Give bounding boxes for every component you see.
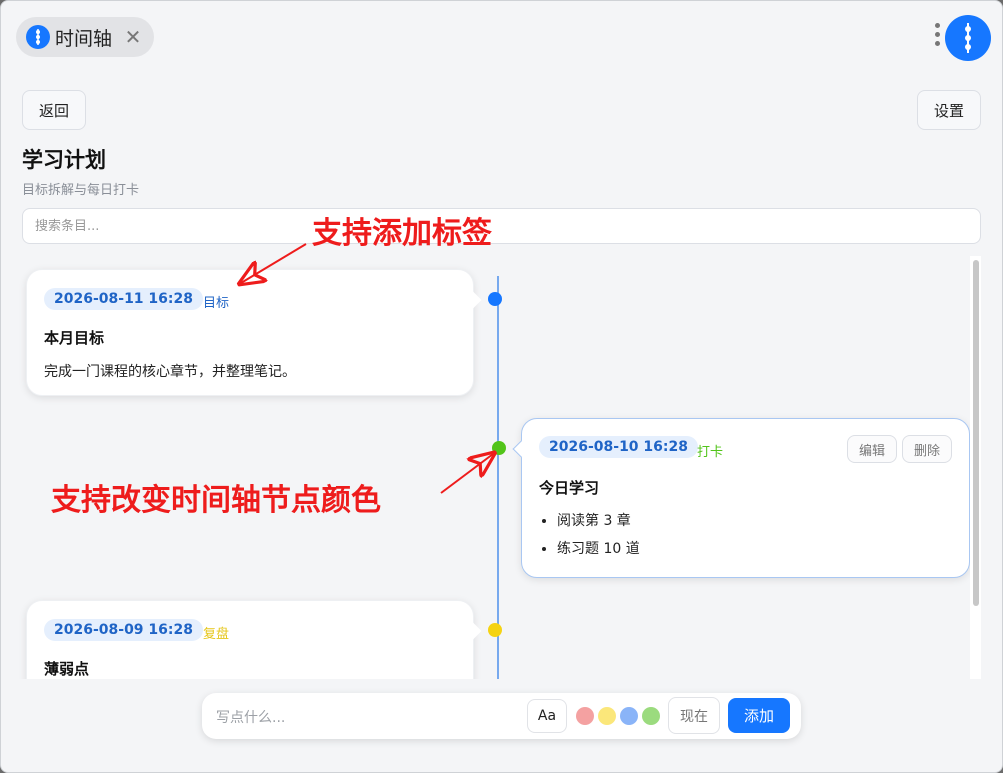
card-date: 2026-08-09 16:28 xyxy=(44,619,203,641)
timeline-card[interactable]: 2026-08-09 16:28 复盘 薄弱点 xyxy=(26,600,482,679)
titlebar: 时间轴 ✕ xyxy=(1,1,1002,71)
tab-label: 时间轴 xyxy=(55,27,113,50)
font-style-button[interactable]: Aa xyxy=(527,699,567,733)
tab-timeline[interactable]: 时间轴 ✕ xyxy=(16,17,154,57)
card-date: 2026-08-10 16:28 xyxy=(539,436,698,458)
close-icon[interactable]: ✕ xyxy=(122,26,144,48)
color-swatch-red[interactable] xyxy=(576,707,594,725)
now-button[interactable]: 现在 xyxy=(668,697,720,734)
timeline-card[interactable]: 2026-08-11 16:28 目标 本月目标 完成一门课程的核心章节，并整理… xyxy=(26,269,482,396)
card-tag: 打卡 xyxy=(697,445,724,460)
app-window: 时间轴 ✕ 返回 设置 学习计划 目标拆解与每日打卡 2026-08-11 16… xyxy=(0,0,1003,773)
back-button[interactable]: 返回 xyxy=(22,90,86,130)
timeline-icon xyxy=(26,25,50,49)
color-swatch-yellow[interactable] xyxy=(598,707,616,725)
card-title: 今日学习 xyxy=(539,479,600,497)
timeline: 2026-08-11 16:28 目标 本月目标 完成一门课程的核心章节，并整理… xyxy=(1,256,971,679)
card-title: 本月目标 xyxy=(44,329,105,347)
edit-button[interactable]: 编辑 xyxy=(847,435,897,463)
card-body: 完成一门课程的核心章节，并整理笔记。 xyxy=(44,364,296,380)
composer-bar: 写点什么... Aa 现在 添加 xyxy=(202,693,801,739)
card-tag: 目标 xyxy=(203,296,230,311)
add-button[interactable]: 添加 xyxy=(728,698,790,733)
list-item: 练习题 10 道 xyxy=(557,538,640,558)
composer-input[interactable]: 写点什么... xyxy=(216,707,285,727)
page-subtitle: 目标拆解与每日打卡 xyxy=(22,183,140,198)
timeline-card[interactable]: 2026-08-10 16:28 打卡 编辑 删除 今日学习 阅读第 3 章 练… xyxy=(512,418,970,578)
search-input[interactable] xyxy=(22,208,981,244)
color-swatch-green[interactable] xyxy=(642,707,660,725)
settings-button[interactable]: 设置 xyxy=(917,90,981,130)
timeline-node[interactable] xyxy=(492,441,506,455)
annotation-tags: 支持添加标签 xyxy=(312,216,492,251)
card-tag: 复盘 xyxy=(203,627,230,642)
app-logo-icon xyxy=(945,15,991,61)
list-item: 阅读第 3 章 xyxy=(557,510,640,530)
delete-button[interactable]: 删除 xyxy=(902,435,952,463)
timeline-axis xyxy=(497,276,499,679)
annotation-node-color: 支持改变时间轴节点颜色 xyxy=(51,483,381,518)
timeline-node[interactable] xyxy=(488,292,502,306)
page-title: 学习计划 xyxy=(22,148,106,172)
color-swatch-blue[interactable] xyxy=(620,707,638,725)
card-date: 2026-08-11 16:28 xyxy=(44,288,203,310)
card-title: 薄弱点 xyxy=(44,660,90,678)
card-list: 阅读第 3 章 练习题 10 道 xyxy=(539,510,640,566)
scrollbar-thumb[interactable] xyxy=(973,260,979,606)
timeline-node[interactable] xyxy=(488,623,502,637)
more-menu-icon[interactable] xyxy=(930,23,944,53)
